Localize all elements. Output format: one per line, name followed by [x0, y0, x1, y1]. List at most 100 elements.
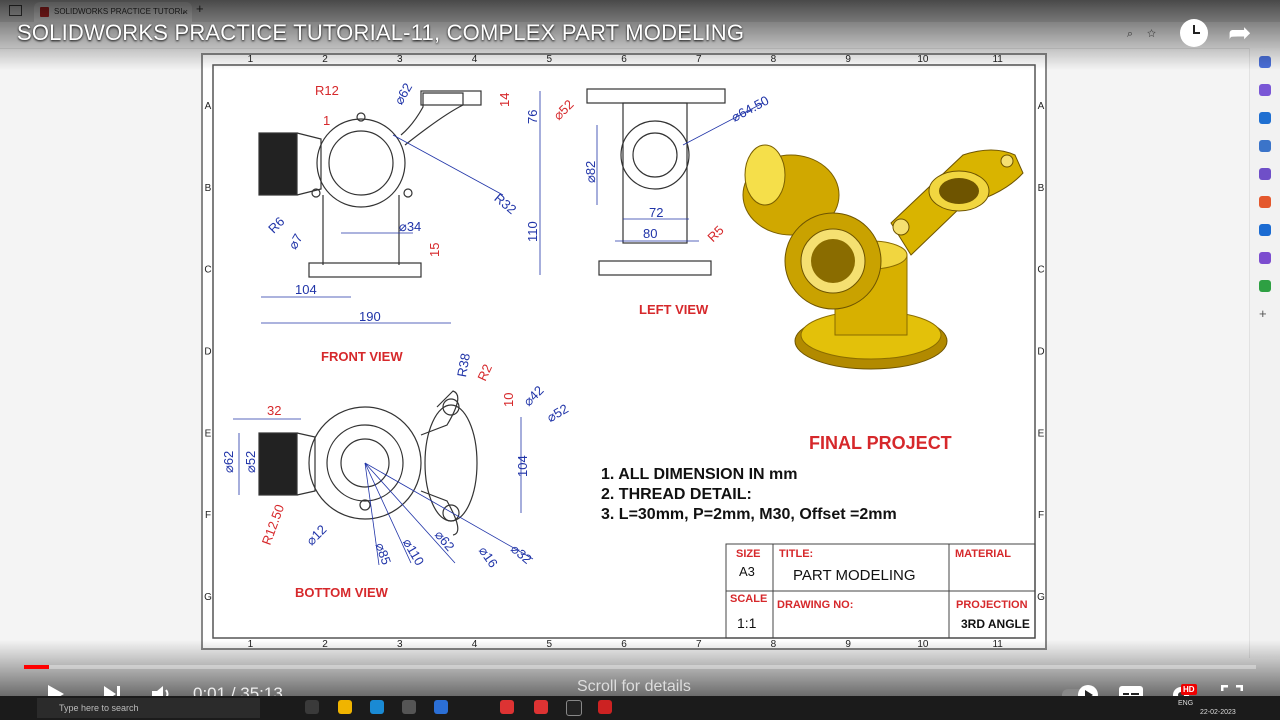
task-view-icon[interactable] [305, 700, 319, 714]
row-letter: F [1038, 510, 1044, 521]
left-view-geometry [586, 88, 726, 276]
recorder-icon[interactable] [534, 700, 548, 714]
title-block-text: SIZE A3 TITLE: PART MODELING MATERIAL SC… [730, 548, 1030, 631]
shopping-icon[interactable] [1259, 112, 1271, 124]
file-explorer-icon[interactable] [338, 700, 352, 714]
tray-language[interactable]: ENG [1178, 700, 1193, 707]
favorite-icon[interactable]: ☆ [1147, 28, 1170, 40]
dim-label: ⌀110 [400, 536, 427, 568]
office-icon[interactable] [1259, 196, 1271, 208]
column-number: 9 [845, 55, 851, 65]
store-icon[interactable] [402, 700, 416, 714]
dim-label: ⌀32 [508, 541, 535, 567]
dim-label: ⌀12 [303, 522, 329, 548]
column-number: 6 [621, 55, 627, 65]
bottom-view-label: BOTTOM VIEW [295, 585, 389, 600]
dim-label: ⌀64.50 [729, 93, 772, 125]
tab-close-icon[interactable]: × [183, 2, 188, 22]
title-value: PART MODELING [793, 567, 916, 584]
dim-label: 14 [497, 93, 512, 107]
column-number: 10 [917, 55, 929, 65]
edge-icon[interactable] [370, 700, 384, 714]
row-letter: G [204, 592, 212, 603]
dim-label: 15 [427, 243, 442, 257]
edge-sidebar: + [1249, 48, 1280, 658]
projection-value: 3RD ANGLE [961, 617, 1030, 631]
left-base-flange [598, 260, 712, 276]
obs-icon[interactable] [566, 700, 582, 716]
bolt-hole [356, 112, 366, 122]
dim-label: R5 [704, 223, 726, 245]
column-number: 5 [546, 55, 552, 65]
projection-label: PROJECTION [956, 599, 1028, 611]
column-number: 11 [992, 55, 1003, 65]
share-icon[interactable]: ➦ [1228, 18, 1251, 48]
material-label: MATERIAL [955, 548, 1011, 560]
left-view-label: LEFT VIEW [639, 302, 709, 317]
browser-tab[interactable]: SOLIDWORKS PRACTICE TUTORIAL × [34, 2, 192, 22]
dim-label: R38 [454, 352, 473, 378]
pdf-icon [40, 7, 49, 17]
dim-label: 110 [525, 221, 540, 242]
new-tab-button[interactable]: + [196, 1, 204, 16]
row-letters-right: A B C D E F G [1037, 101, 1045, 603]
front-view-dim-labels: R12 ⌀62 14 76 R32 110 15 ⌀34 R6 ⌀7 104 1… [265, 80, 540, 324]
row-letters-left: A B C D E F G [204, 101, 212, 603]
row-letter: A [1038, 101, 1045, 112]
watch-later-icon[interactable] [1180, 19, 1208, 47]
column-number: 4 [472, 55, 478, 65]
zoom-icon[interactable]: ⌕ [1127, 28, 1147, 40]
dim-label: R32 [491, 190, 519, 217]
dim-label: R2 [474, 362, 495, 383]
dim-label: 190 [359, 309, 381, 324]
size-value: A3 [739, 564, 755, 579]
row-letter: G [1037, 592, 1045, 603]
row-letter: B [205, 183, 212, 194]
add-sidebar-icon[interactable]: + [1259, 307, 1271, 320]
scroll-hint[interactable]: Scroll for details [577, 678, 691, 696]
column-number: 1 [248, 55, 254, 65]
opera-icon[interactable] [500, 700, 514, 714]
left-hub [620, 120, 690, 190]
dim-label: 10 [501, 393, 516, 407]
dim-label: ⌀62 [432, 527, 458, 554]
copilot-icon[interactable] [1259, 84, 1271, 96]
title-label: TITLE: [779, 548, 813, 560]
row-letter: A [205, 101, 212, 112]
search-sidebar-icon[interactable] [1259, 56, 1271, 68]
bottom-view-geometry [258, 390, 478, 536]
row-letter: E [1038, 428, 1045, 439]
dim-label: ⌀82 [583, 161, 598, 183]
taskbar-search-input[interactable]: Type here to search [37, 698, 260, 718]
tree-icon[interactable] [1259, 280, 1271, 292]
mail-icon[interactable] [434, 700, 448, 714]
note-line: 2. THREAD DETAIL: [601, 486, 752, 503]
outlook-icon[interactable] [1259, 224, 1271, 236]
hub-inner [328, 130, 394, 196]
left-view-dimensions [596, 102, 764, 242]
bottom-thread-neck [296, 432, 316, 496]
dim-label: 32 [267, 403, 281, 418]
note-line: 3. L=30mm, P=2mm, M30, Offset =2mm [601, 506, 897, 523]
scale-value: 1:1 [737, 615, 757, 631]
screen: SOLIDWORKS PRACTICE TUTORIAL × + ⌕☆ + 1 2… [0, 0, 1280, 720]
bottom-ear [420, 390, 459, 536]
row-letter: E [205, 428, 212, 439]
tray-date[interactable]: 22-02-2023 [1200, 709, 1236, 716]
size-label: SIZE [736, 548, 760, 560]
tab-title: SOLIDWORKS PRACTICE TUTORIAL [54, 7, 184, 16]
dim-label: 72 [649, 205, 663, 220]
drop-icon[interactable] [1259, 252, 1271, 264]
video-title[interactable]: SOLIDWORKS PRACTICE TUTORIAL-11, COMPLEX… [17, 20, 744, 46]
dim-label: ⌀62 [391, 80, 415, 107]
dim-label: ⌀7 [285, 231, 306, 252]
window-menu-icon[interactable] [9, 5, 22, 16]
stem [322, 195, 400, 265]
tools-icon[interactable] [1259, 140, 1271, 152]
project-title: FINAL PROJECT [809, 433, 952, 453]
progress-bar[interactable] [24, 665, 1256, 669]
games-icon[interactable] [1259, 168, 1271, 180]
dim-label: ⌀42 [520, 383, 546, 409]
dim-label: ⌀52 [544, 401, 571, 425]
solidworks-icon[interactable] [598, 700, 612, 714]
